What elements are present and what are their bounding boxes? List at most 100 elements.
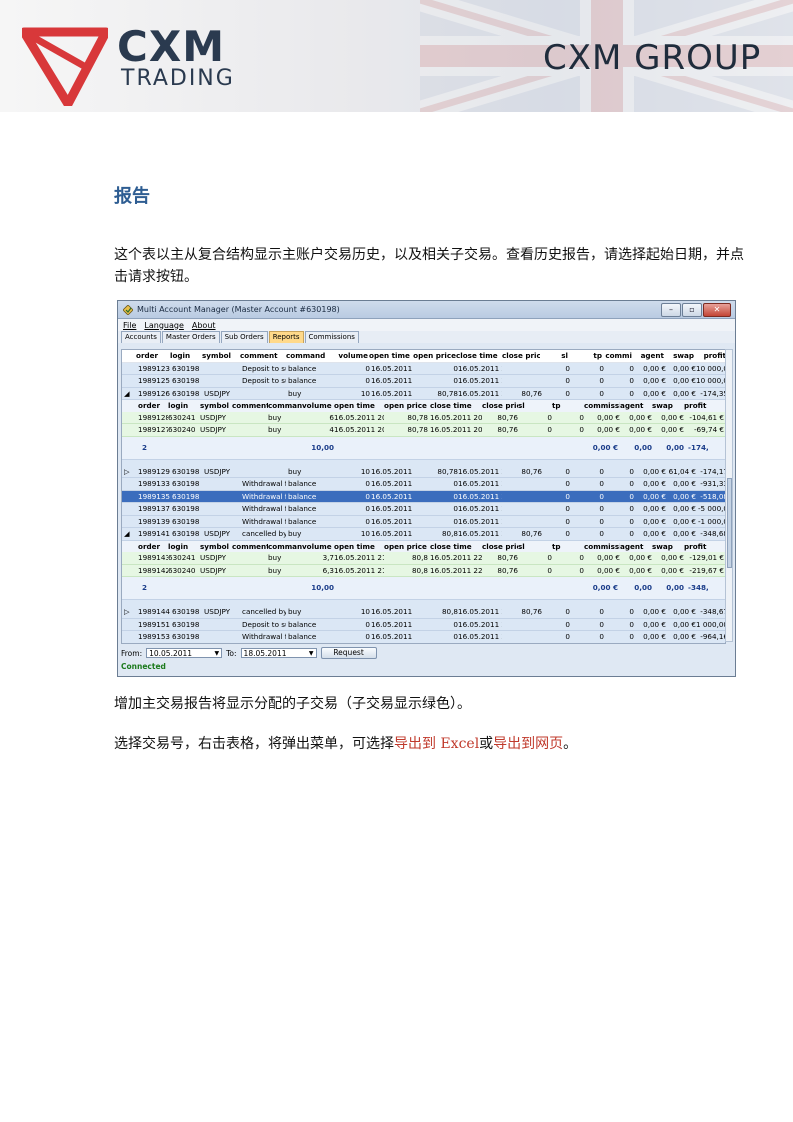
tab-sub-orders[interactable]: Sub Orders — [220, 331, 268, 343]
cell-swap: 61,04 € — [668, 466, 696, 476]
group-name: CXM GROUP — [543, 38, 762, 78]
sub-column-header-profit: profit — [684, 541, 707, 551]
sub-total-row[interactable]: 2 10,00 0,00 € 0,00 0,00 -174, — [122, 436, 725, 460]
cell-command: buy — [288, 388, 302, 398]
sub-column-header-command: command — [268, 401, 302, 410]
menu-language[interactable]: Language — [144, 321, 183, 330]
master-row[interactable]: 1989139630198Withdrawal frobalance016.05… — [122, 515, 725, 528]
grand-total-volume: 89,7 — [322, 644, 354, 645]
total-swap: 0,00 — [666, 583, 684, 592]
cell-open-time: 16.05.2011 — [371, 607, 413, 616]
cell-tp: 0 — [599, 529, 604, 538]
column-header-tp: tp — [593, 351, 602, 360]
master-row[interactable]: 1989137630198Withdrawal frobalance016.05… — [122, 503, 725, 516]
sub-cell-profit: -219,67 € — [689, 565, 724, 575]
master-row[interactable]: 1989153630198Withdrawal frobalance016.05… — [122, 631, 725, 643]
close-icon[interactable]: ✕ — [703, 303, 731, 317]
sub-cell-sl: 0 — [547, 553, 552, 562]
cell-commi: 0 — [629, 491, 634, 501]
grid-header-row[interactable]: order login symbol comment command volume open… — [122, 350, 725, 363]
export-excel-link[interactable]: 导出到 Excel — [394, 736, 479, 752]
cell-commi: 0 — [629, 619, 634, 629]
cell-login: 630198 — [172, 376, 200, 385]
cell-comment: cancelled by c — [242, 529, 286, 538]
from-date-picker[interactable]: 10.05.2011 ▼ — [146, 648, 223, 658]
cell-close-time: 16.05.2011 21 — [458, 491, 502, 501]
sub-cell-swap: 0,00 € — [661, 565, 684, 575]
sub-cell-agent: 0,00 € — [629, 565, 652, 575]
sub-cell-commission: 0,00 € — [597, 412, 620, 422]
sub-cell-open-price: 80,78 — [407, 425, 428, 434]
sub-cell-profit: -104,61 € — [689, 412, 724, 422]
tab-commissions[interactable]: Commissions — [304, 331, 359, 343]
master-row[interactable]: ◢1989141630198USDJPYcancelled by cbuy101… — [122, 528, 725, 541]
grand-total-commission: 0,00 — [602, 644, 632, 645]
cell-close-time: 16.05.2011 22 — [458, 607, 502, 616]
sub-cell-close-time: 16.05.2011 20:3 — [430, 412, 482, 422]
cell-agent: 0,00 € — [643, 376, 666, 385]
request-button[interactable]: Request — [320, 647, 377, 659]
sub-grid-header-row[interactable]: orderloginsymbolcommentcommandvolumeopen… — [122, 540, 725, 552]
cell-open-price: 80,8 — [441, 607, 458, 616]
sub-column-header-symbol: symbol — [200, 401, 229, 410]
cell-comment: Withdrawal fro — [242, 516, 286, 526]
minimize-icon[interactable]: – — [661, 303, 681, 317]
menu-about[interactable]: About — [192, 321, 216, 330]
sub-cell-volume: 6,3 — [322, 565, 334, 575]
cell-order: 1989133 — [138, 479, 171, 488]
sub-column-header-order: order — [138, 541, 161, 551]
tab-accounts[interactable]: Accounts — [121, 331, 161, 343]
sub-order-row[interactable]: 1989127630240 USDJPY buy 416.05.2011 20:0 80… — [122, 424, 725, 437]
cell-open-price: 80,78 — [437, 466, 458, 476]
cell-open-price: 80,8 — [441, 529, 458, 538]
cell-commi: 0 — [629, 516, 634, 526]
maximize-icon[interactable]: ▫ — [682, 303, 702, 317]
master-row[interactable]: 1989125630198Deposit to subbalance016.05… — [122, 375, 725, 388]
column-header-close-time: close time — [456, 351, 498, 360]
cell-agent: 0,00 € — [643, 632, 666, 641]
grid-scrollbar[interactable] — [725, 349, 733, 642]
sub-total-row[interactable]: 2 10,00 0,00 € 0,00 0,00 -348, — [122, 577, 725, 600]
sub-cell-tp: 0 — [579, 553, 584, 562]
cell-agent: 0,00 € — [643, 491, 666, 501]
export-web-link[interactable]: 导出到网页 — [493, 736, 563, 752]
sub-order-row[interactable]: 1989142630240 USDJPY buy 6,316.05.2011 21:3… — [122, 564, 725, 577]
master-row[interactable]: ▷1989144630198USDJPYcancelled by cbuy101… — [122, 606, 725, 619]
master-row[interactable]: 1989133630198Withdrawal frobalance016.05… — [122, 478, 725, 491]
cell-tp: 0 — [599, 388, 604, 398]
tab-reports[interactable]: Reports — [268, 331, 304, 343]
reports-grid[interactable]: order login symbol comment command volume open… — [121, 349, 726, 644]
master-row[interactable]: ◢ 1989126 630198 USDJPY buy 10 16.05.2011 80,78… — [122, 387, 725, 400]
cell-close-time: 16.05.2011 20 — [458, 363, 502, 373]
cell-commi: 0 — [629, 504, 634, 513]
sub-column-header-comment: comment — [232, 541, 268, 551]
cell-command: balance — [288, 632, 317, 641]
cell-sl: 0 — [565, 466, 570, 476]
cell-tp: 0 — [599, 619, 604, 629]
cell-login: 630198 — [172, 363, 200, 373]
cell-login: 630198 — [172, 607, 200, 616]
sub-order-row[interactable]: 1989128630241 USDJPY buy 616.05.2011 20:0 80… — [122, 411, 725, 424]
sub-grid-header-row[interactable]: orderloginsymbolcommentcommandvolumeopen… — [122, 400, 725, 412]
menu-file[interactable]: File — [123, 321, 136, 330]
grand-total-row[interactable]: 3889,70,000,0011211 5 — [122, 644, 725, 645]
sub-order-row[interactable]: 1989143630241 USDJPY buy 3,716.05.2011 21:3… — [122, 552, 725, 565]
cell-commi: 0 — [629, 479, 634, 488]
master-row[interactable]: 1989123630198Deposit to subbalance016.05… — [122, 362, 725, 375]
to-date-picker[interactable]: 18.05.2011 ▼ — [240, 648, 317, 658]
cell-agent: 0,00 € — [643, 607, 666, 616]
cell-command: buy — [288, 607, 302, 616]
sub-cell-symbol: USDJPY — [200, 553, 227, 562]
cell-tp: 0 — [599, 632, 604, 641]
cell-symbol: USDJPY — [204, 466, 231, 476]
master-row[interactable]: 1989151630198Deposit to subbalance016.05… — [122, 618, 725, 631]
cell-sl: 0 — [565, 607, 570, 616]
tab-master-orders[interactable]: Master Orders — [161, 331, 220, 343]
master-row[interactable]: ▷ 1989129 630198 USDJPY buy 10 16.05.2011 80,78… — [122, 465, 725, 478]
cell-volume: 10 — [360, 529, 370, 538]
scrollbar-thumb[interactable] — [727, 478, 732, 568]
sub-cell-profit: -69,74 € — [693, 425, 724, 434]
window-titlebar: Multi Account Manager (Master Account #6… — [118, 301, 735, 319]
selected-master-row[interactable]: 1989135630198Withdrawal frobalance016.05… — [122, 490, 725, 503]
cell-exp: ◢ — [124, 388, 130, 398]
